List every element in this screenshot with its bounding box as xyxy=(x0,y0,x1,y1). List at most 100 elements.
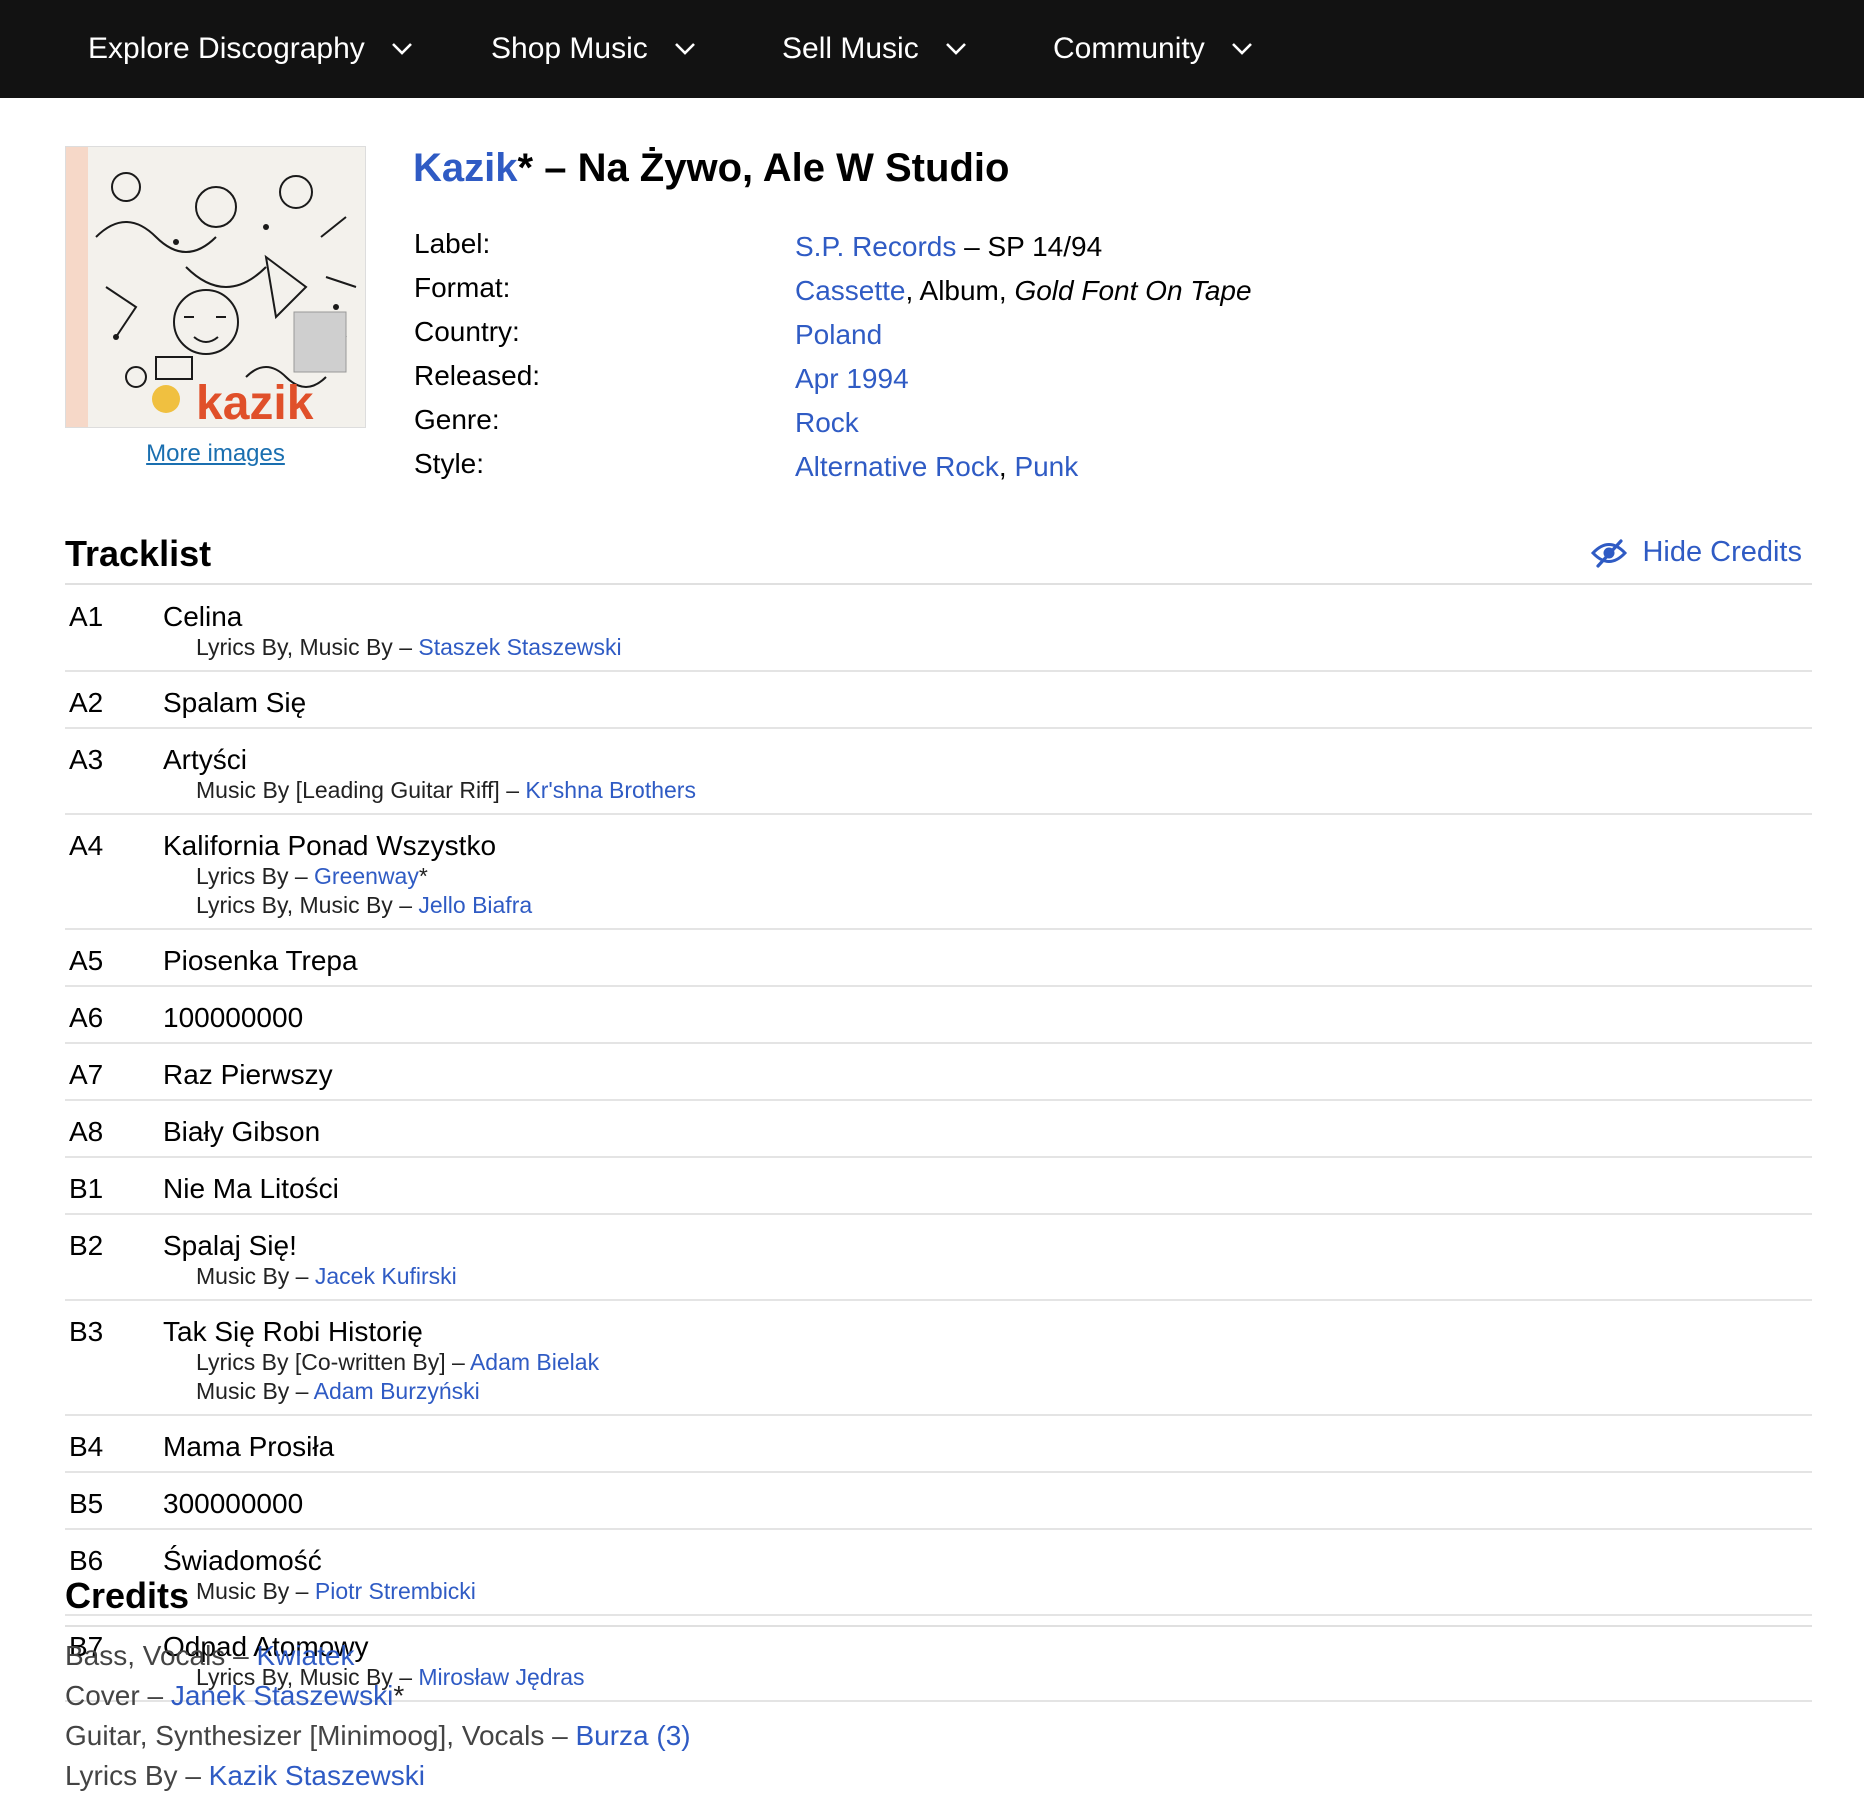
credit-role: Cover – xyxy=(65,1680,171,1711)
track-row: A3 Artyści Music By [Leading Guitar Riff] … xyxy=(65,729,1812,815)
profile-value: S.P. Records – SP 14/94 xyxy=(795,231,1102,263)
profile-text: – SP 14/94 xyxy=(956,231,1103,262)
track-row: B4 Mama Prosiła xyxy=(65,1416,1812,1473)
track-position: B3 xyxy=(69,1316,104,1347)
credit-role: Music By [Leading Guitar Riff] – xyxy=(196,777,526,803)
track-row: B2 Spalaj Się! Music By – Jacek Kufirski xyxy=(65,1215,1812,1301)
credit-role: Lyrics By, Music By – xyxy=(196,634,419,660)
credit-role: Lyrics By, Music By – xyxy=(196,892,419,918)
track-row: A7 Raz Pierwszy xyxy=(65,1044,1812,1101)
track-credit: Music By – Jacek Kufirski xyxy=(196,1262,1812,1291)
profile-link[interactable]: Alternative Rock xyxy=(795,451,999,482)
track-title: Mama Prosiła xyxy=(163,1431,335,1462)
tracklist-divider xyxy=(65,583,1812,585)
credit-row: Cover – Janek Staszewski* xyxy=(65,1676,691,1716)
profile-text: Gold Font On Tape xyxy=(1014,275,1252,306)
credit-artist-link[interactable]: Kr'shna Brothers xyxy=(525,777,696,803)
profile-link[interactable]: S.P. Records xyxy=(795,231,956,262)
track-credit: Music By – Piotr Strembicki xyxy=(196,1577,1812,1606)
track-title: Biały Gibson xyxy=(163,1116,321,1147)
track-title: Artyści xyxy=(163,744,247,775)
hide-credits-label: Hide Credits xyxy=(1642,536,1802,568)
credit-artist-link[interactable]: Jacek Kufirski xyxy=(315,1263,457,1289)
credit-artist-link[interactable]: Burza (3) xyxy=(575,1720,690,1751)
track-position: B4 xyxy=(69,1431,104,1462)
track-credit: Music By – Adam Burzyński xyxy=(196,1377,1812,1406)
credits-divider xyxy=(65,1625,1812,1627)
credit-role: Music By – xyxy=(196,1378,314,1404)
track-credit: Lyrics By, Music By – Staszek Staszewski xyxy=(196,633,1812,662)
nav-explore-discography[interactable]: Explore Discography xyxy=(88,0,413,98)
credit-row: Lyrics By – Kazik Staszewski xyxy=(65,1756,691,1796)
cover-logo-text: kazik xyxy=(196,377,314,428)
profile-label: Format: xyxy=(414,272,511,303)
track-row: B3 Tak Się Robi Historię Lyrics By [Co-wri… xyxy=(65,1301,1812,1416)
track-title: Kalifornia Ponad Wszystko xyxy=(163,830,497,861)
credit-role: Bass, Vocals – xyxy=(65,1640,257,1671)
credit-row: Bass, Vocals – Kwiatek xyxy=(65,1636,691,1676)
eye-slash-icon xyxy=(1591,538,1628,568)
profile-label: Country: xyxy=(414,316,520,347)
credit-artist-link[interactable]: Adam Bielak xyxy=(470,1349,599,1375)
track-position: A3 xyxy=(69,744,104,775)
profile-link[interactable]: Punk xyxy=(1014,451,1078,482)
track-credit: Lyrics By, Music By – Jello Biafra xyxy=(196,891,1812,920)
track-position: A6 xyxy=(69,1002,104,1033)
top-nav: Explore Discography Shop Music Sell Musi… xyxy=(0,0,1864,98)
artist-suffix: * xyxy=(517,146,534,190)
track-row: A6 100000000 xyxy=(65,987,1812,1044)
profile-label: Label: xyxy=(414,228,491,259)
profile-value: Poland xyxy=(795,319,882,351)
profile-link[interactable]: Poland xyxy=(795,319,882,350)
credit-artist-link[interactable]: Kazik Staszewski xyxy=(209,1760,425,1791)
track-position: A7 xyxy=(69,1059,104,1090)
nav-shop-music[interactable]: Shop Music xyxy=(491,0,696,98)
credit-artist-link[interactable]: Jello Biafra xyxy=(418,892,532,918)
credit-suffix: * xyxy=(418,863,428,889)
credit-artist-link[interactable]: Kwiatek xyxy=(256,1640,354,1671)
chevron-down-icon xyxy=(391,43,412,55)
credit-role: Lyrics By – xyxy=(196,863,315,889)
track-title: Piosenka Trepa xyxy=(163,945,358,976)
credit-artist-link[interactable]: Janek Staszewski xyxy=(171,1680,394,1711)
profile-value: Alternative Rock, Punk xyxy=(795,451,1078,483)
track-position: A1 xyxy=(69,601,104,632)
nav-sell-music[interactable]: Sell Music xyxy=(782,0,967,98)
profile-value: Cassette, Album, Gold Font On Tape xyxy=(795,275,1252,307)
title-separator: – xyxy=(533,146,578,190)
credit-role: Guitar, Synthesizer [Minimoog], Vocals – xyxy=(65,1720,576,1751)
cover-artwork: kazik xyxy=(66,147,365,428)
track-position: B5 xyxy=(69,1488,104,1519)
track-row: A8 Biały Gibson xyxy=(65,1101,1812,1158)
artist-link[interactable]: Kazik xyxy=(413,146,518,190)
credit-role: Lyrics By – xyxy=(65,1760,209,1791)
track-row: B5 300000000 xyxy=(65,1473,1812,1530)
credit-artist-link[interactable]: Staszek Staszewski xyxy=(418,634,621,660)
profile-value: Rock xyxy=(795,407,859,439)
credit-artist-link[interactable]: Adam Burzyński xyxy=(314,1378,480,1404)
credit-role: Music By – xyxy=(196,1263,315,1289)
profile-label: Style: xyxy=(414,448,485,479)
credit-artist-link[interactable]: Piotr Strembicki xyxy=(315,1578,476,1604)
track-title: 100000000 xyxy=(163,1002,304,1033)
track-row: B6 Świadomość Music By – Piotr Strembicki xyxy=(65,1530,1812,1616)
nav-label: Shop Music xyxy=(491,32,648,65)
profile-link[interactable]: Cassette xyxy=(795,275,906,306)
credits-heading: Credits xyxy=(65,1575,190,1616)
track-title: Celina xyxy=(163,601,243,632)
profile-label: Released: xyxy=(414,360,541,391)
more-images-link[interactable]: More images xyxy=(65,440,366,468)
profile-link[interactable]: Apr 1994 xyxy=(795,363,909,394)
nav-community[interactable]: Community xyxy=(1053,0,1253,98)
credit-artist-link[interactable]: Greenway xyxy=(314,863,419,889)
tracklist-table: A1 Celina Lyrics By, Music By – Staszek St… xyxy=(65,586,1812,1702)
track-position: A8 xyxy=(69,1116,104,1147)
track-position: B1 xyxy=(69,1173,104,1204)
hide-credits-button[interactable]: Hide Credits xyxy=(1590,536,1802,569)
profile-link[interactable]: Rock xyxy=(795,407,859,438)
cover-image[interactable]: kazik xyxy=(65,146,366,428)
chevron-down-icon xyxy=(674,43,695,55)
tracklist-heading: Tracklist xyxy=(65,533,212,574)
track-position: A4 xyxy=(69,830,104,861)
track-row: A4 Kalifornia Ponad Wszystko Lyrics By – G… xyxy=(65,815,1812,930)
